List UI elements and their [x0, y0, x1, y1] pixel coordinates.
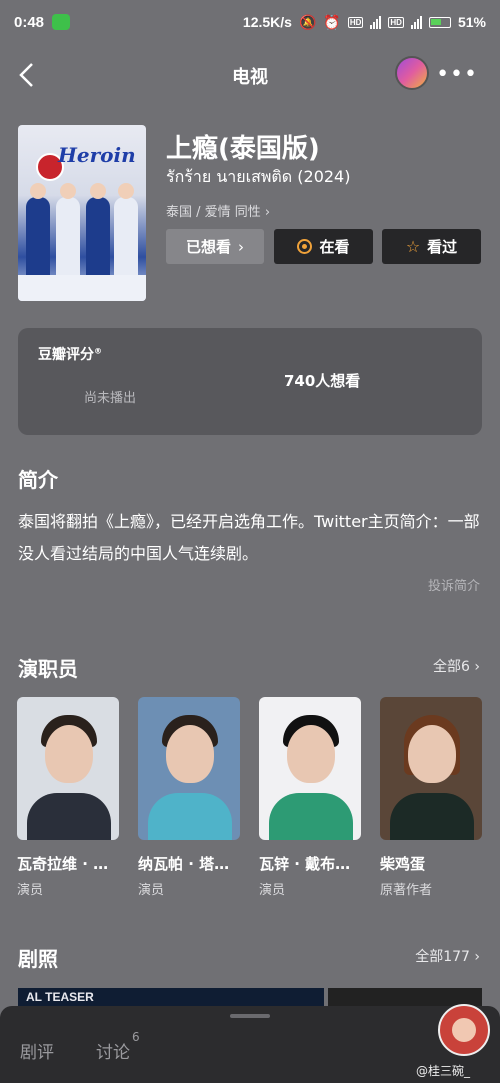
cast-photo [259, 697, 361, 840]
cast-role: 演员 [17, 883, 44, 898]
cast-card[interactable]: 瓦奇拉维 · … 演员 [17, 697, 119, 898]
status-bar: 0:48 12.5K/s 🔕 ⏰ HD HD 51% [0, 0, 500, 44]
show-original-title: รักร้าย นายเสพติด (2024) [166, 167, 351, 186]
top-navigation-bar: 电视 ••• [0, 50, 500, 100]
cast-card[interactable]: 柴鸡蛋 原著作者 [380, 697, 482, 898]
watching-button[interactable]: 在看 [274, 229, 373, 264]
want-label: 已想看 [185, 238, 231, 256]
watched-button[interactable]: ☆ 看过 [382, 229, 481, 264]
rating-label: 豆瓣评分® [38, 346, 102, 363]
wechat-notification-icon [52, 14, 71, 30]
tab-discussion[interactable]: 讨论6 [96, 1030, 140, 1063]
cast-name: 纳瓦帕 · 塔… [138, 855, 230, 873]
cast-card[interactable]: 瓦锌 · 戴布… 演员 [259, 697, 361, 898]
star-icon: ☆ [405, 237, 421, 256]
battery-icon [428, 16, 451, 28]
floating-avatar[interactable] [395, 56, 429, 90]
cast-card[interactable]: 纳瓦帕 · 塔… 演员 [138, 697, 240, 898]
signal-icon [370, 15, 382, 29]
tab-review[interactable]: 剧评 [20, 1038, 54, 1063]
cast-photo [17, 697, 119, 840]
report-intro-link[interactable]: 投诉简介 [428, 575, 480, 594]
show-genre-tags[interactable]: 泰国 / 爱情 同性 › [166, 201, 270, 220]
intro-text: 泰国将翻拍《上瘾》，已经开启选角工作。Twitter主页简介：一部没人看过结局的… [18, 512, 480, 563]
cast-name: 瓦奇拉维 · … [17, 855, 109, 873]
hd-icon: HD [388, 16, 404, 28]
cast-photo [380, 697, 482, 840]
watched-label: 看过 [427, 238, 458, 256]
cast-name: 柴鸡蛋 [380, 855, 426, 873]
show-title: 上瘾(泰国版) [166, 134, 320, 164]
tab-discussion-label: 讨论 [96, 1043, 130, 1063]
discussion-count: 6 [132, 1030, 140, 1045]
watermark: @桂三碗_ [416, 1064, 471, 1078]
chevron-right-icon: › [238, 237, 244, 256]
cast-heading: 演职员 [18, 657, 78, 681]
cast-photo [138, 697, 240, 840]
want-to-watch-button[interactable]: 已想看 › [166, 229, 264, 264]
watching-icon [297, 239, 313, 254]
cast-role: 原著作者 [380, 883, 433, 898]
mute-bell-icon: 🔕 [298, 13, 317, 30]
show-poster[interactable]: Heroin [18, 125, 146, 301]
cast-see-all-link[interactable]: 全部6 › [433, 656, 480, 676]
alarm-icon: ⏰ [323, 13, 341, 30]
cast-role: 演员 [138, 883, 165, 898]
poster-logo: Heroin [58, 143, 136, 167]
net-speed: 12.5K/s [242, 14, 292, 30]
stills-see-all-link[interactable]: 全部177 › [415, 946, 480, 966]
still-caption: AL TEASER [26, 990, 94, 1004]
signal-icon [410, 15, 422, 29]
stills-heading: 剧照 [18, 947, 58, 971]
want-count: 740人想看 [284, 372, 361, 390]
battery-percent: 51% [457, 14, 486, 30]
rating-card[interactable]: 豆瓣评分® 尚未播出 740人想看 [18, 328, 482, 435]
status-time: 0:48 [14, 13, 45, 31]
cast-name: 瓦锌 · 戴布… [259, 855, 351, 873]
intro-heading: 简介 [18, 468, 58, 492]
more-options-icon[interactable]: ••• [436, 62, 478, 87]
user-avatar[interactable] [438, 1004, 490, 1056]
cast-role: 演员 [259, 883, 286, 898]
watching-label: 在看 [319, 238, 350, 256]
rating-status: 尚未播出 [84, 391, 137, 406]
hd-icon: HD [347, 16, 364, 28]
drag-handle[interactable] [230, 1014, 270, 1018]
